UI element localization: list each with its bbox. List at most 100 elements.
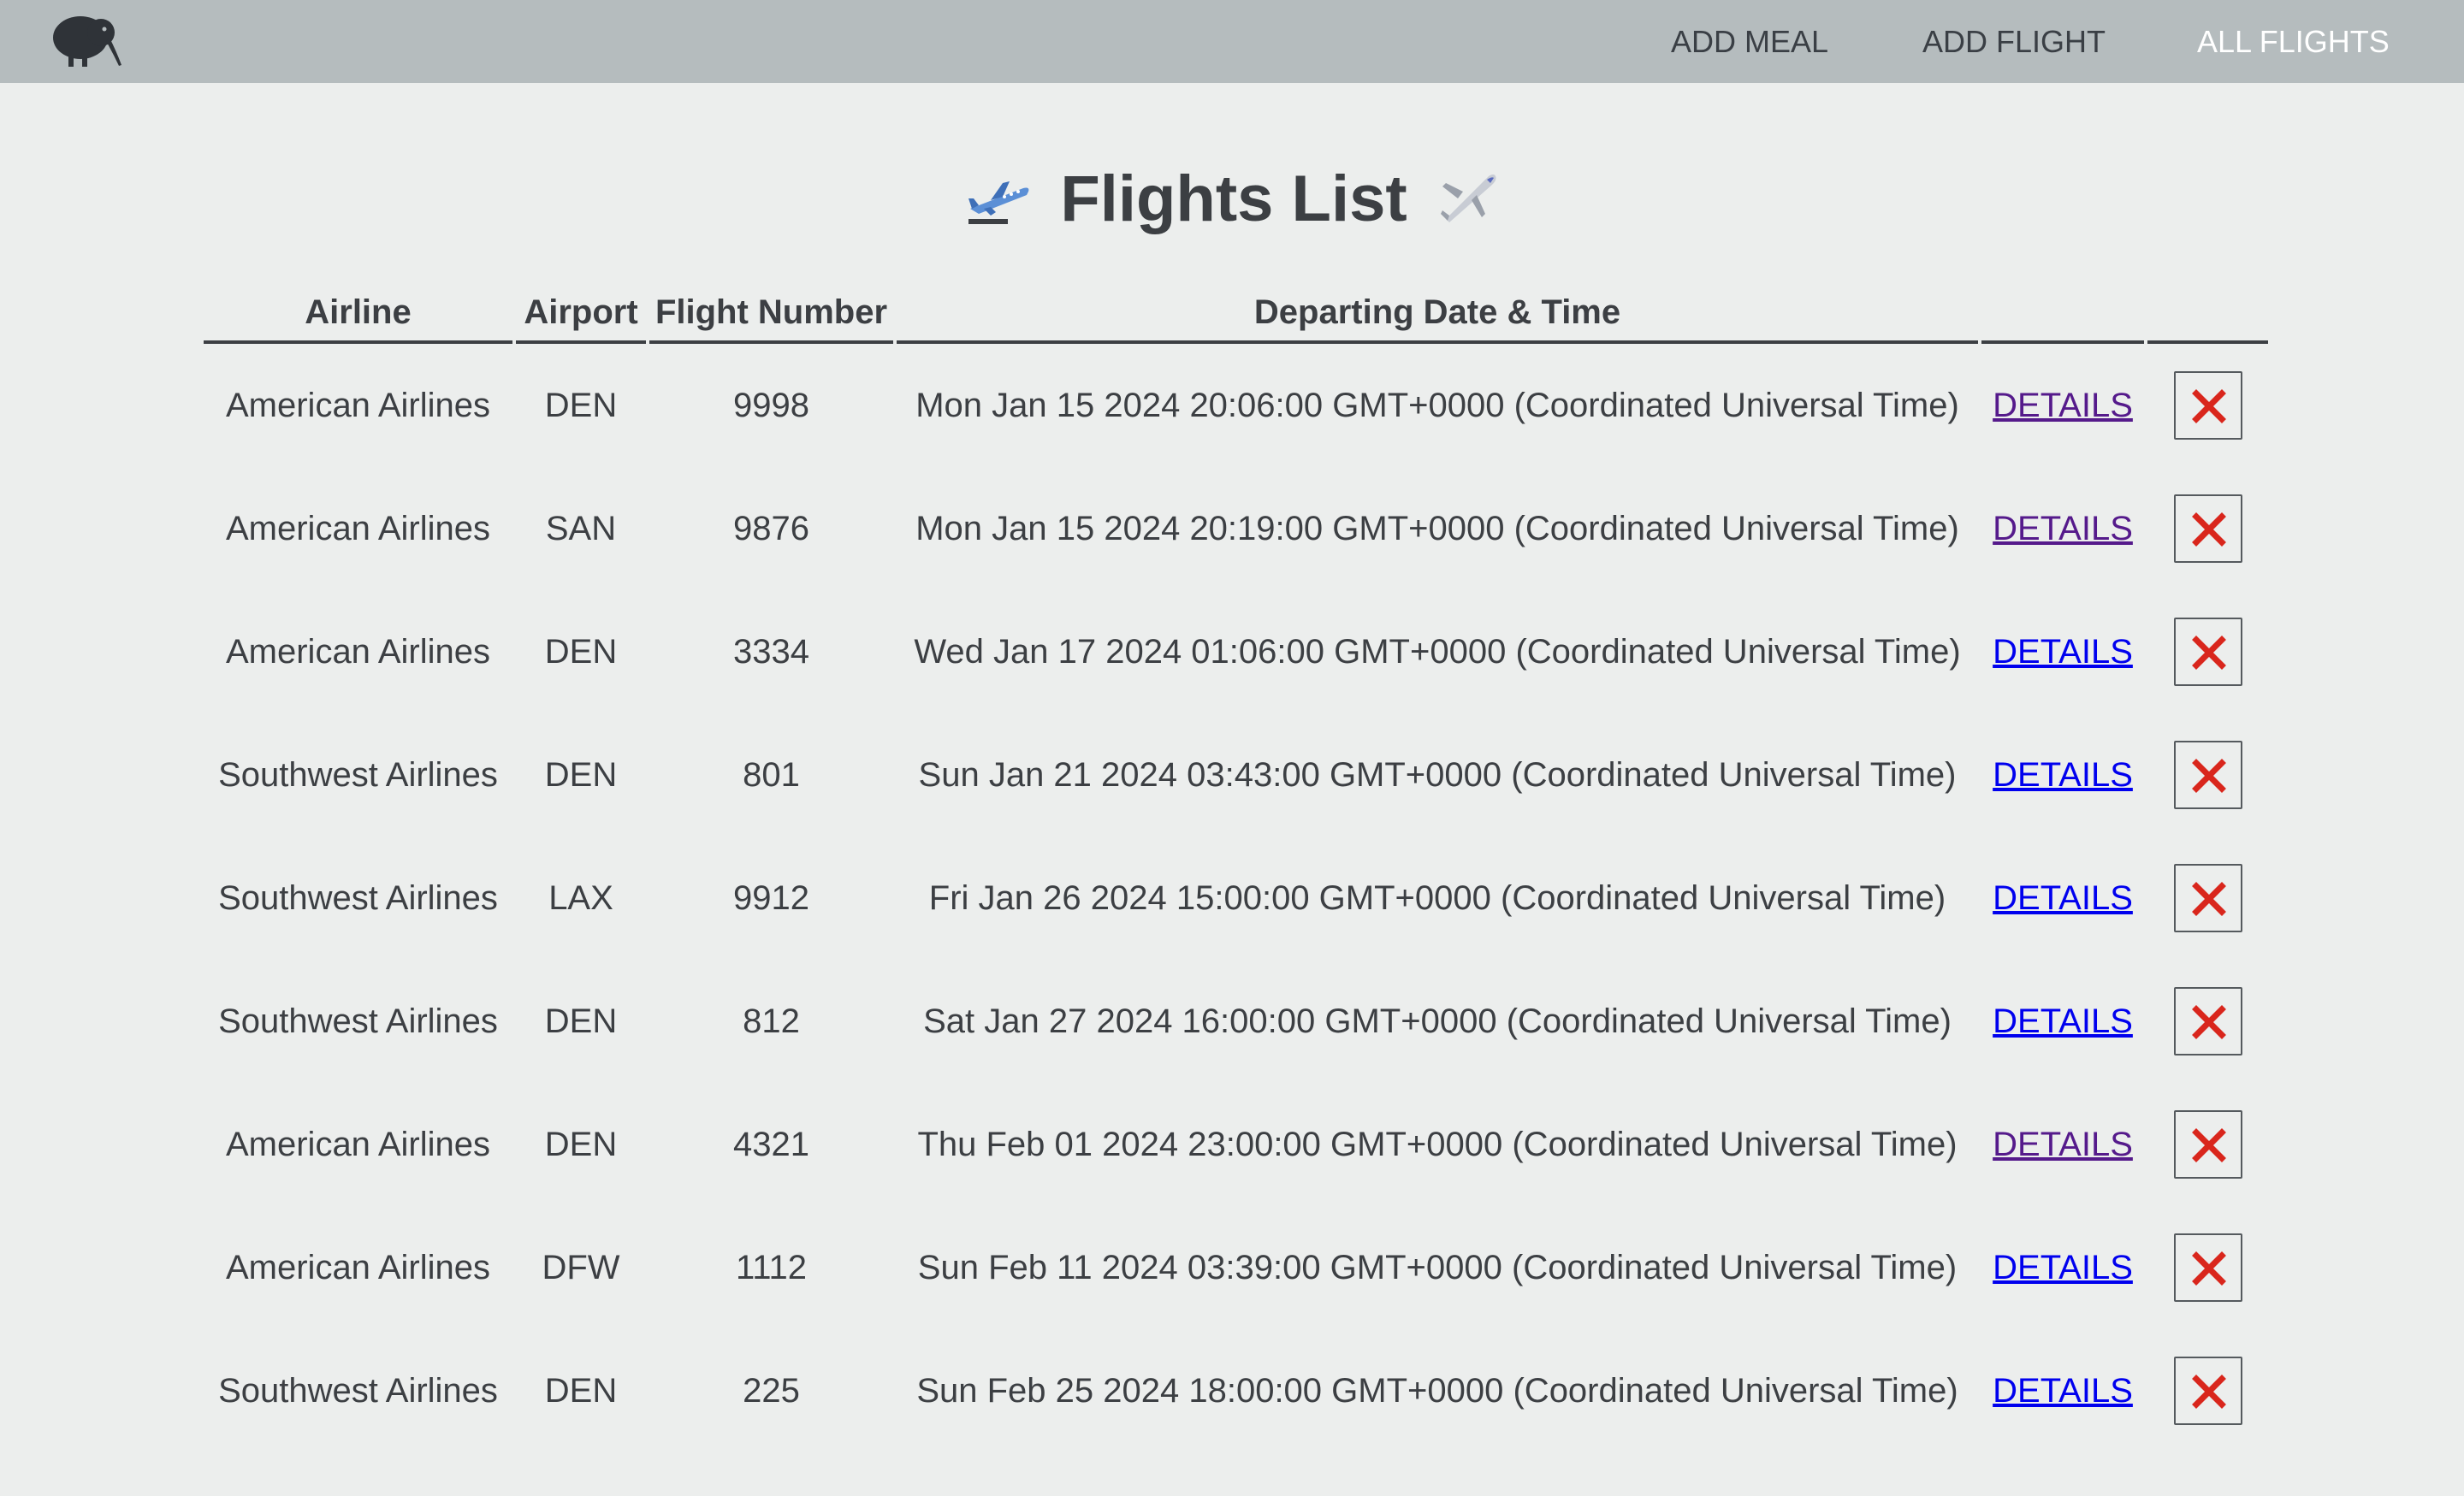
red-x-icon xyxy=(2191,389,2226,423)
details-link[interactable]: DETAILS xyxy=(1993,1126,2133,1163)
delete-cell xyxy=(2147,344,2268,467)
details-link[interactable]: DETAILS xyxy=(1993,756,2133,794)
delete-button[interactable] xyxy=(2173,494,2242,563)
red-x-icon xyxy=(2191,1375,2226,1409)
top-navbar: ADD MEAL ADD FLIGHT ALL FLIGHTS xyxy=(0,0,2464,83)
departing-cell: Thu Feb 01 2024 23:00:00 GMT+0000 (Coord… xyxy=(917,1126,1958,1163)
airline-cell: Southwest Airlines xyxy=(218,879,498,917)
departing-cell: Sat Jan 27 2024 16:00:00 GMT+0000 (Coord… xyxy=(923,1002,1952,1040)
table-row: Southwest Airlines DEN 812 Sat Jan 27 20… xyxy=(204,960,2268,1083)
table-row: American Airlines DEN 4321 Thu Feb 01 20… xyxy=(204,1083,2268,1206)
departing-cell: Mon Jan 15 2024 20:06:00 GMT+0000 (Coord… xyxy=(915,387,1959,424)
details-cell: DETAILS xyxy=(1981,467,2144,590)
airport-cell: SAN xyxy=(545,510,617,547)
delete-button[interactable] xyxy=(2173,1233,2242,1302)
airline-cell: Southwest Airlines xyxy=(218,1002,498,1040)
small-airplane-icon xyxy=(1437,163,1499,235)
flight-number-cell: 801 xyxy=(743,756,800,794)
airline-cell: American Airlines xyxy=(225,1249,490,1286)
flight-number-cell: 9912 xyxy=(733,879,809,917)
kiwi-bird-icon[interactable] xyxy=(48,12,125,68)
flight-number-cell: 4321 xyxy=(733,1126,809,1163)
table-row: American Airlines SAN 9876 Mon Jan 15 20… xyxy=(204,467,2268,590)
delete-cell xyxy=(2147,590,2268,713)
airport-cell: DEN xyxy=(544,1002,618,1040)
airline-cell: American Airlines xyxy=(225,633,490,671)
nav-add-flight[interactable]: ADD FLIGHT xyxy=(1922,24,2106,60)
flight-number-cell: 812 xyxy=(743,1002,800,1040)
flights-table: Airline Airport Flight Number Departing … xyxy=(200,282,2272,1452)
details-link[interactable]: DETAILS xyxy=(1993,387,2133,424)
flight-number-cell: 1112 xyxy=(735,1249,808,1286)
details-cell: DETAILS xyxy=(1981,1083,2144,1206)
delete-button[interactable] xyxy=(2173,987,2242,1055)
red-x-icon xyxy=(2191,1128,2226,1162)
delete-button[interactable] xyxy=(2173,741,2242,809)
details-cell: DETAILS xyxy=(1981,590,2144,713)
page-title-text: Flights List xyxy=(1060,163,1407,235)
details-cell: DETAILS xyxy=(1981,837,2144,960)
column-header-flight-number: Flight Number xyxy=(649,282,893,344)
red-x-icon xyxy=(2191,1251,2226,1286)
column-header-airline: Airline xyxy=(204,282,512,344)
details-link[interactable]: DETAILS xyxy=(1993,510,2133,547)
details-link[interactable]: DETAILS xyxy=(1993,1249,2133,1286)
airline-cell: American Airlines xyxy=(225,387,490,424)
delete-cell xyxy=(2147,467,2268,590)
delete-cell xyxy=(2147,713,2268,837)
column-header-departing: Departing Date & Time xyxy=(897,282,1978,344)
delete-button[interactable] xyxy=(2173,864,2242,932)
details-link[interactable]: DETAILS xyxy=(1993,1002,2133,1040)
details-cell: DETAILS xyxy=(1981,1206,2144,1329)
red-x-icon xyxy=(2191,512,2226,547)
details-cell: DETAILS xyxy=(1981,1329,2144,1452)
column-header-delete xyxy=(2147,282,2268,344)
airline-cell: American Airlines xyxy=(225,510,490,547)
details-link[interactable]: DETAILS xyxy=(1993,1372,2133,1410)
delete-button[interactable] xyxy=(2173,618,2242,686)
delete-button[interactable] xyxy=(2173,1110,2242,1179)
nav-all-flights[interactable]: ALL FLIGHTS xyxy=(2197,24,2390,60)
details-cell: DETAILS xyxy=(1981,713,2144,837)
table-header-row: Airline Airport Flight Number Departing … xyxy=(204,282,2268,344)
nav-add-meal[interactable]: ADD MEAL xyxy=(1671,24,1828,60)
delete-cell xyxy=(2147,1206,2268,1329)
airport-cell: DFW xyxy=(542,1249,620,1286)
details-link[interactable]: DETAILS xyxy=(1993,879,2133,917)
details-cell: DETAILS xyxy=(1981,960,2144,1083)
delete-cell xyxy=(2147,837,2268,960)
flight-number-cell: 225 xyxy=(743,1372,800,1410)
red-x-icon xyxy=(2191,1005,2226,1039)
table-row: Southwest Airlines DEN 225 Sun Feb 25 20… xyxy=(204,1329,2268,1452)
red-x-icon xyxy=(2191,882,2226,916)
delete-cell xyxy=(2147,1083,2268,1206)
airport-cell: DEN xyxy=(544,633,618,671)
column-header-details xyxy=(1981,282,2144,344)
airline-cell: Southwest Airlines xyxy=(218,756,498,794)
red-x-icon xyxy=(2191,636,2226,670)
delete-button[interactable] xyxy=(2173,371,2242,440)
flight-number-cell: 9998 xyxy=(733,387,809,424)
table-row: American Airlines DEN 3334 Wed Jan 17 20… xyxy=(204,590,2268,713)
delete-button[interactable] xyxy=(2173,1357,2242,1425)
departing-cell: Sun Jan 21 2024 03:43:00 GMT+0000 (Coord… xyxy=(918,756,1957,794)
airport-cell: DEN xyxy=(544,756,618,794)
details-link[interactable]: DETAILS xyxy=(1993,633,2133,671)
red-x-icon xyxy=(2191,759,2226,793)
departing-cell: Sun Feb 11 2024 03:39:00 GMT+0000 (Coord… xyxy=(917,1249,1958,1286)
delete-cell xyxy=(2147,1329,2268,1452)
table-row: American Airlines DEN 9998 Mon Jan 15 20… xyxy=(204,344,2268,467)
airline-cell: Southwest Airlines xyxy=(218,1372,498,1410)
delete-cell xyxy=(2147,960,2268,1083)
table-row: American Airlines DFW 1112 Sun Feb 11 20… xyxy=(204,1206,2268,1329)
airline-cell: American Airlines xyxy=(225,1126,490,1163)
departing-cell: Wed Jan 17 2024 01:06:00 GMT+0000 (Coord… xyxy=(914,633,1961,671)
airport-cell: DEN xyxy=(544,1372,618,1410)
table-row: Southwest Airlines LAX 9912 Fri Jan 26 2… xyxy=(204,837,2268,960)
table-row: Southwest Airlines DEN 801 Sun Jan 21 20… xyxy=(204,713,2268,837)
page-title: Flights List xyxy=(0,163,2464,236)
departing-cell: Mon Jan 15 2024 20:19:00 GMT+0000 (Coord… xyxy=(915,510,1959,547)
flight-number-cell: 9876 xyxy=(733,510,809,547)
airport-cell: DEN xyxy=(544,1126,618,1163)
airport-cell: DEN xyxy=(544,387,618,424)
